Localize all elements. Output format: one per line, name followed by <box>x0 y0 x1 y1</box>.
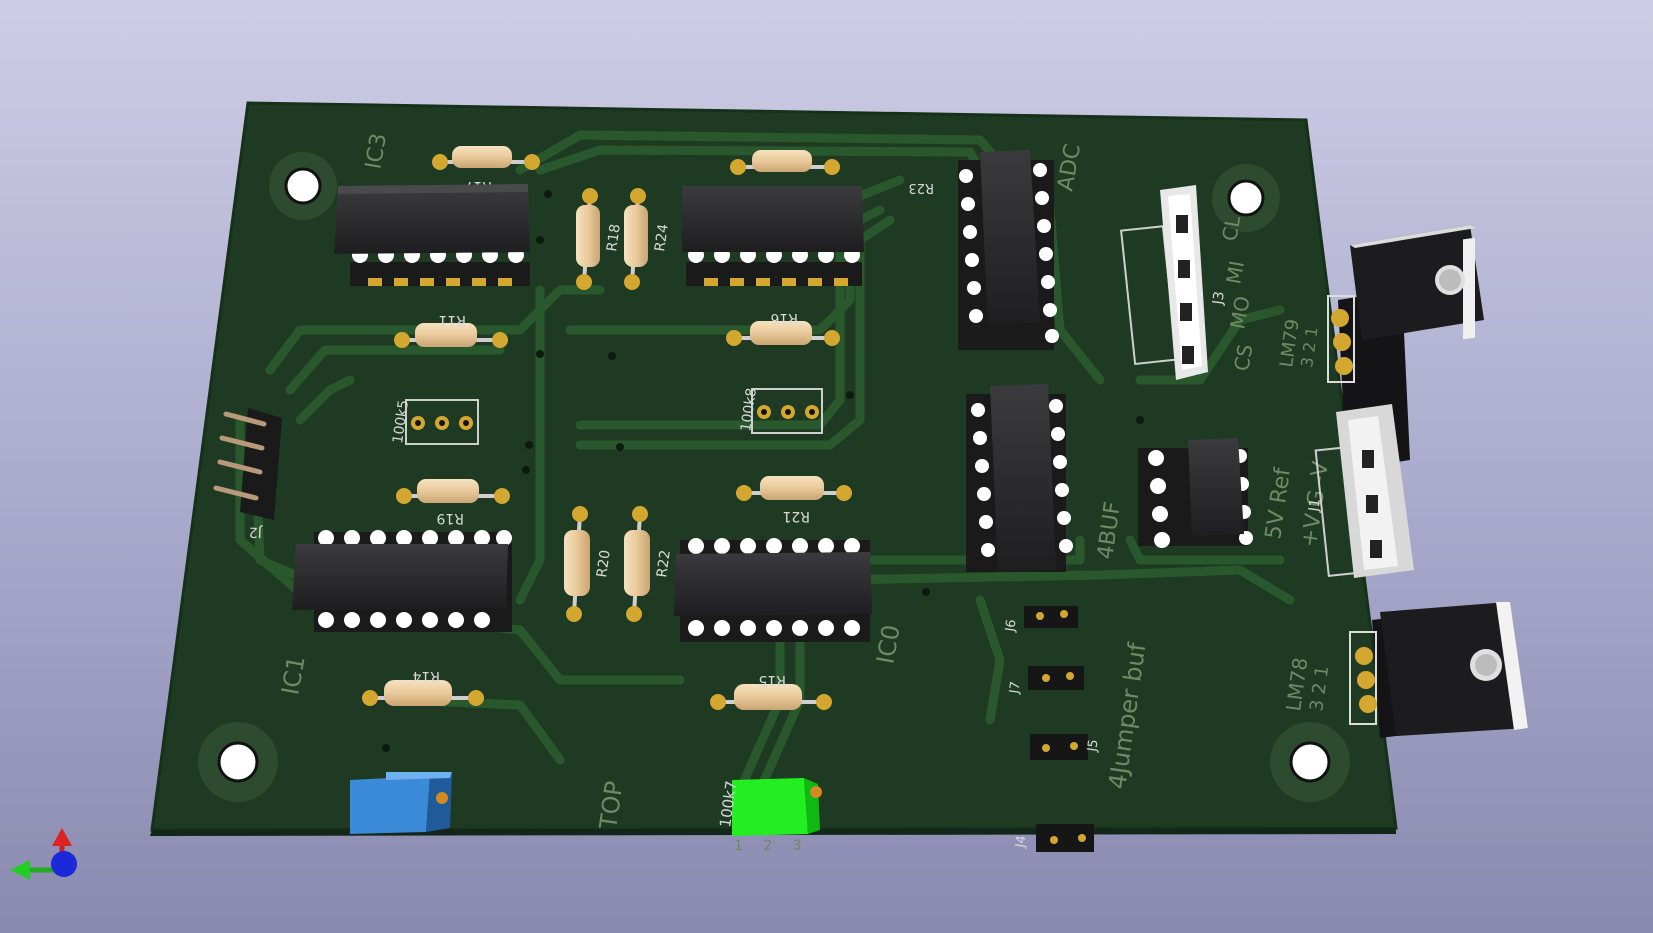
z-arrow-icon <box>52 828 72 846</box>
label-cl: CL <box>1217 213 1245 243</box>
x-arrow-icon <box>10 860 30 880</box>
refdes-r23: R23 <box>908 180 934 195</box>
mounting-hole <box>269 152 337 220</box>
ic-5v-ref[interactable] <box>1138 438 1253 548</box>
refdes-j5: J5 <box>1085 738 1102 753</box>
ic-ic3-top-left[interactable] <box>334 184 530 286</box>
refdes-r14: R14 <box>412 668 440 684</box>
refdes-j6: J6 <box>1003 618 1020 633</box>
refdes-r19: R19 <box>436 510 464 526</box>
z-axis-ball-icon <box>51 851 77 877</box>
label-mi: MI <box>1221 259 1249 286</box>
axes-gizmo <box>10 828 77 880</box>
refdes-r21: R21 <box>782 508 810 524</box>
label-pot-pins: 1 2 3 <box>734 838 810 854</box>
label-cs: CS <box>1229 342 1257 372</box>
ic-ic0-bottom-center[interactable] <box>674 538 872 642</box>
mounting-hole <box>1270 722 1350 802</box>
refdes-j4: J4 <box>1013 834 1030 849</box>
refdes-j1: J1 <box>1306 497 1324 513</box>
trimmer-100k7[interactable]: 100k7 1 2 3 <box>716 778 822 854</box>
ic-4buf[interactable] <box>966 384 1073 572</box>
refdes-j2: J2 <box>249 524 264 540</box>
mounting-hole <box>198 722 278 802</box>
refdes-r11: R11 <box>438 312 466 328</box>
ic-ic1-bottom-left[interactable] <box>292 530 512 632</box>
refdes-r16: R16 <box>770 310 798 326</box>
refdes-j7: J7 <box>1007 680 1024 695</box>
3d-viewer-canvas[interactable]: IC3 IC1 IC0 ADC TOP 4BUF 5V Ref +V G -V … <box>0 0 1653 933</box>
regulator-lm78[interactable] <box>1349 602 1528 738</box>
trimmer-blue[interactable] <box>350 772 452 834</box>
ic-top-center[interactable] <box>682 186 864 286</box>
refdes-r15: R15 <box>758 672 786 688</box>
refdes-j3: J3 <box>1210 290 1228 306</box>
